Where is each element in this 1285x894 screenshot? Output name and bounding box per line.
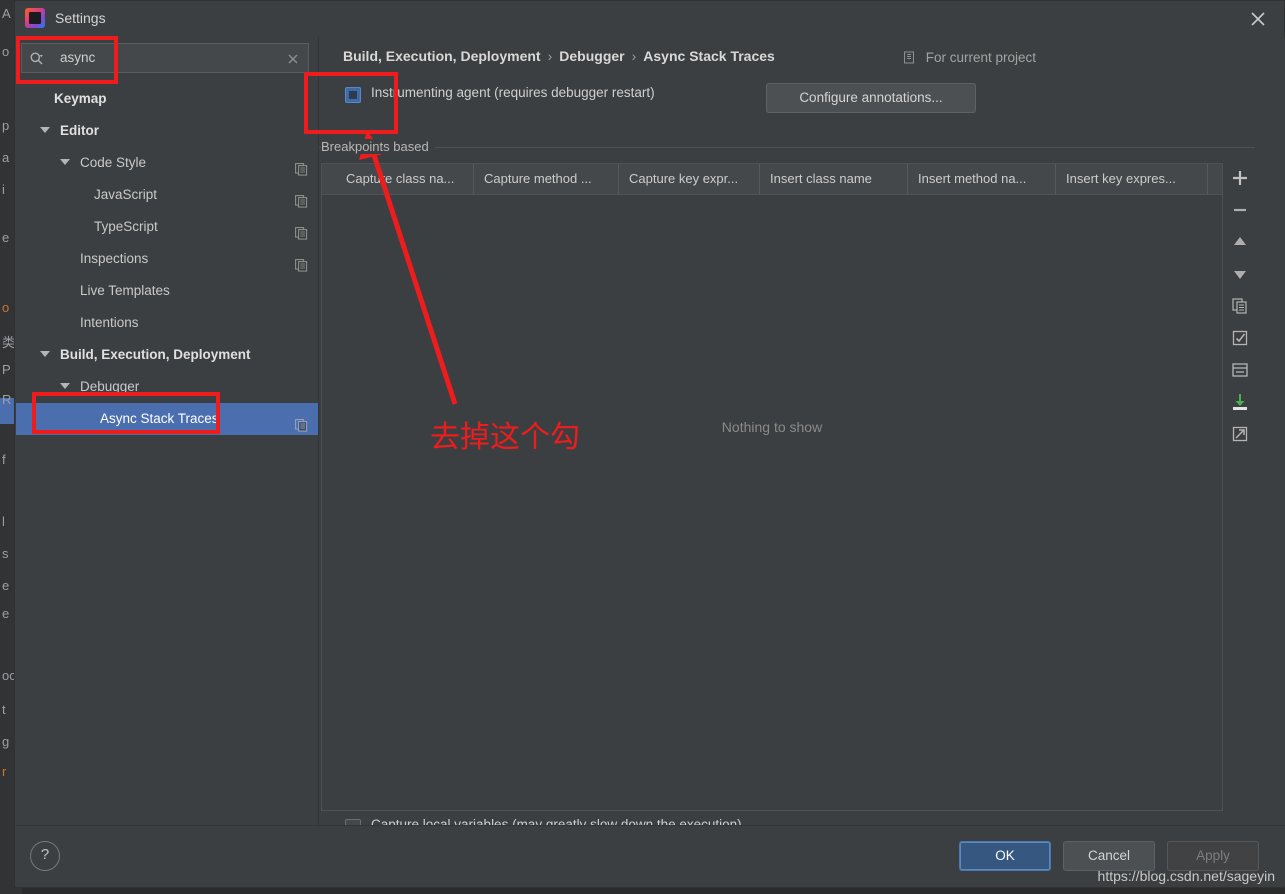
chevron-down-icon[interactable] — [60, 159, 70, 165]
chevron-down-icon[interactable] — [40, 351, 50, 357]
breadcrumb-separator: › — [547, 48, 553, 64]
copy-icon[interactable] — [295, 220, 308, 240]
sidebar-item-javascript[interactable]: JavaScript — [16, 179, 318, 211]
move-down-icon[interactable] — [1229, 263, 1253, 287]
editor-text-fragment: o — [2, 300, 10, 315]
project-scope-text: For current project — [925, 50, 1037, 65]
editor-text-fragment: o — [2, 44, 10, 59]
table-column-header[interactable]: Insert class name — [760, 164, 908, 194]
editor-text-fragment: r — [2, 764, 7, 779]
sidebar-item-code-style[interactable]: Code Style — [16, 147, 318, 179]
sidebar-item-intentions[interactable]: Intentions — [16, 307, 318, 339]
sidebar-item-inspections[interactable]: Inspections — [16, 243, 318, 275]
editor-text-fragment: p — [2, 118, 10, 133]
sidebar-item-live-templates[interactable]: Live Templates — [16, 275, 318, 307]
dialog-titlebar: Settings — [15, 1, 1284, 37]
close-icon[interactable] — [1240, 6, 1276, 32]
table-column-header[interactable]: Capture class na... — [336, 164, 474, 194]
chevron-down-icon[interactable] — [40, 127, 50, 133]
sidebar-item-label: Editor — [60, 123, 99, 138]
edit-checkbox-icon[interactable] — [1229, 327, 1253, 351]
table-header-row: Capture class na... Capture method ... Cap… — [322, 164, 1222, 195]
editor-text-fragment: a — [2, 150, 10, 165]
watermark: https://blog.csdn.net/sageyin — [1097, 868, 1275, 884]
import-icon[interactable] — [1229, 391, 1253, 415]
breadcrumb-segment[interactable]: Debugger — [559, 48, 624, 64]
sidebar-item-typescript[interactable]: TypeScript — [16, 211, 318, 243]
settings-content-panel: Build, Execution, Deployment › Debugger › As… — [319, 37, 1285, 835]
apply-button[interactable]: Apply — [1167, 841, 1259, 871]
sidebar-item-label: Code Style — [80, 155, 147, 170]
project-scope-icon — [903, 51, 916, 67]
editor-text-fragment: l — [2, 514, 5, 529]
sidebar-item-build-execution-deployment[interactable]: Build, Execution, Deployment — [16, 339, 318, 371]
remove-icon[interactable] — [1229, 199, 1253, 223]
copy-icon[interactable] — [295, 156, 308, 176]
dialog-footer: ? OK Cancel Apply — [16, 825, 1285, 886]
search-icon — [29, 51, 45, 67]
editor-text-fragment: R — [2, 392, 12, 407]
sidebar-item-label: Build, Execution, Deployment — [60, 347, 251, 362]
configure-annotations-button[interactable]: Configure annotations... — [766, 83, 976, 113]
sidebar-item-label: TypeScript — [94, 219, 158, 234]
cancel-button[interactable]: Cancel — [1063, 841, 1155, 871]
project-scope-label: For current project — [903, 50, 1036, 67]
breadcrumb: Build, Execution, Deployment › Debugger › As… — [343, 48, 775, 64]
editor-text-fragment: P — [2, 362, 11, 377]
sidebar-item-label: Live Templates — [80, 283, 170, 298]
settings-dialog: Settings async Keymap Editor Code Style … — [14, 0, 1285, 888]
sidebar-item-label: Keymap — [54, 91, 107, 106]
chevron-down-icon[interactable] — [60, 383, 70, 389]
copy-icon[interactable] — [295, 412, 308, 432]
sidebar-item-label: Intentions — [80, 315, 139, 330]
sidebar-item-editor[interactable]: Editor — [16, 115, 318, 147]
table-column-header[interactable]: Insert method na... — [908, 164, 1056, 194]
sidebar-item-async-stack-traces[interactable]: Async Stack Traces — [16, 403, 318, 435]
editor-text-fragment: e — [2, 230, 10, 245]
editor-text-fragment: t — [2, 702, 6, 717]
search-input[interactable]: async — [21, 43, 309, 73]
table-column-header[interactable]: Insert key expres... — [1056, 164, 1208, 194]
editor-text-fragment: s — [2, 546, 9, 561]
breadcrumb-segment[interactable]: Async Stack Traces — [643, 48, 775, 64]
sidebar-item-label: Async Stack Traces — [100, 411, 219, 426]
copy-icon[interactable] — [295, 252, 308, 272]
export-icon[interactable] — [1229, 423, 1253, 447]
editor-text-fragment: A — [2, 6, 11, 21]
ok-button[interactable]: OK — [959, 841, 1051, 871]
breadcrumb-separator: › — [631, 48, 637, 64]
breadcrumb-segment[interactable]: Build, Execution, Deployment — [343, 48, 541, 64]
instrumenting-agent-label: Instrumenting agent (requires debugger r… — [371, 85, 655, 100]
group-divider — [319, 147, 1255, 148]
editor-text-fragment: i — [2, 182, 5, 197]
instrumenting-agent-checkbox[interactable] — [345, 87, 361, 103]
table-column-header[interactable]: Capture method ... — [474, 164, 619, 194]
search-value: async — [60, 50, 96, 65]
table-toolbar — [1227, 163, 1255, 811]
intellij-idea-icon — [25, 8, 45, 28]
sidebar-item-label: Inspections — [80, 251, 149, 266]
breakpoints-group-label: Breakpoints based — [321, 139, 435, 154]
sidebar-item-label: Debugger — [80, 379, 140, 394]
capture-points-table: Capture class na... Capture method ... Cap… — [321, 163, 1223, 811]
editor-text-fragment: e — [2, 578, 10, 593]
sidebar-item-label: JavaScript — [94, 187, 158, 202]
settings-tree: Keymap Editor Code Style JavaScript TypeScri… — [16, 83, 318, 435]
settings-sidebar: async Keymap Editor Code Style JavaScript Ty… — [16, 37, 319, 827]
move-up-icon[interactable] — [1229, 231, 1253, 255]
add-icon[interactable] — [1229, 167, 1253, 191]
help-button[interactable]: ? — [30, 841, 60, 871]
copy-icon[interactable] — [295, 188, 308, 208]
copy-icon[interactable] — [1229, 295, 1253, 319]
table-empty-message: Nothing to show — [721, 419, 823, 435]
clear-icon[interactable] — [286, 52, 300, 66]
editor-text-fragment: f — [2, 452, 6, 467]
editor-text-fragment: e — [2, 606, 10, 621]
sidebar-item-keymap[interactable]: Keymap — [16, 83, 318, 115]
table-column-header[interactable]: Capture key expr... — [619, 164, 760, 194]
collapse-icon[interactable] — [1229, 359, 1253, 383]
window-title: Settings — [55, 10, 106, 26]
editor-text-fragment: g — [2, 734, 10, 749]
sidebar-item-debugger[interactable]: Debugger — [16, 371, 318, 403]
